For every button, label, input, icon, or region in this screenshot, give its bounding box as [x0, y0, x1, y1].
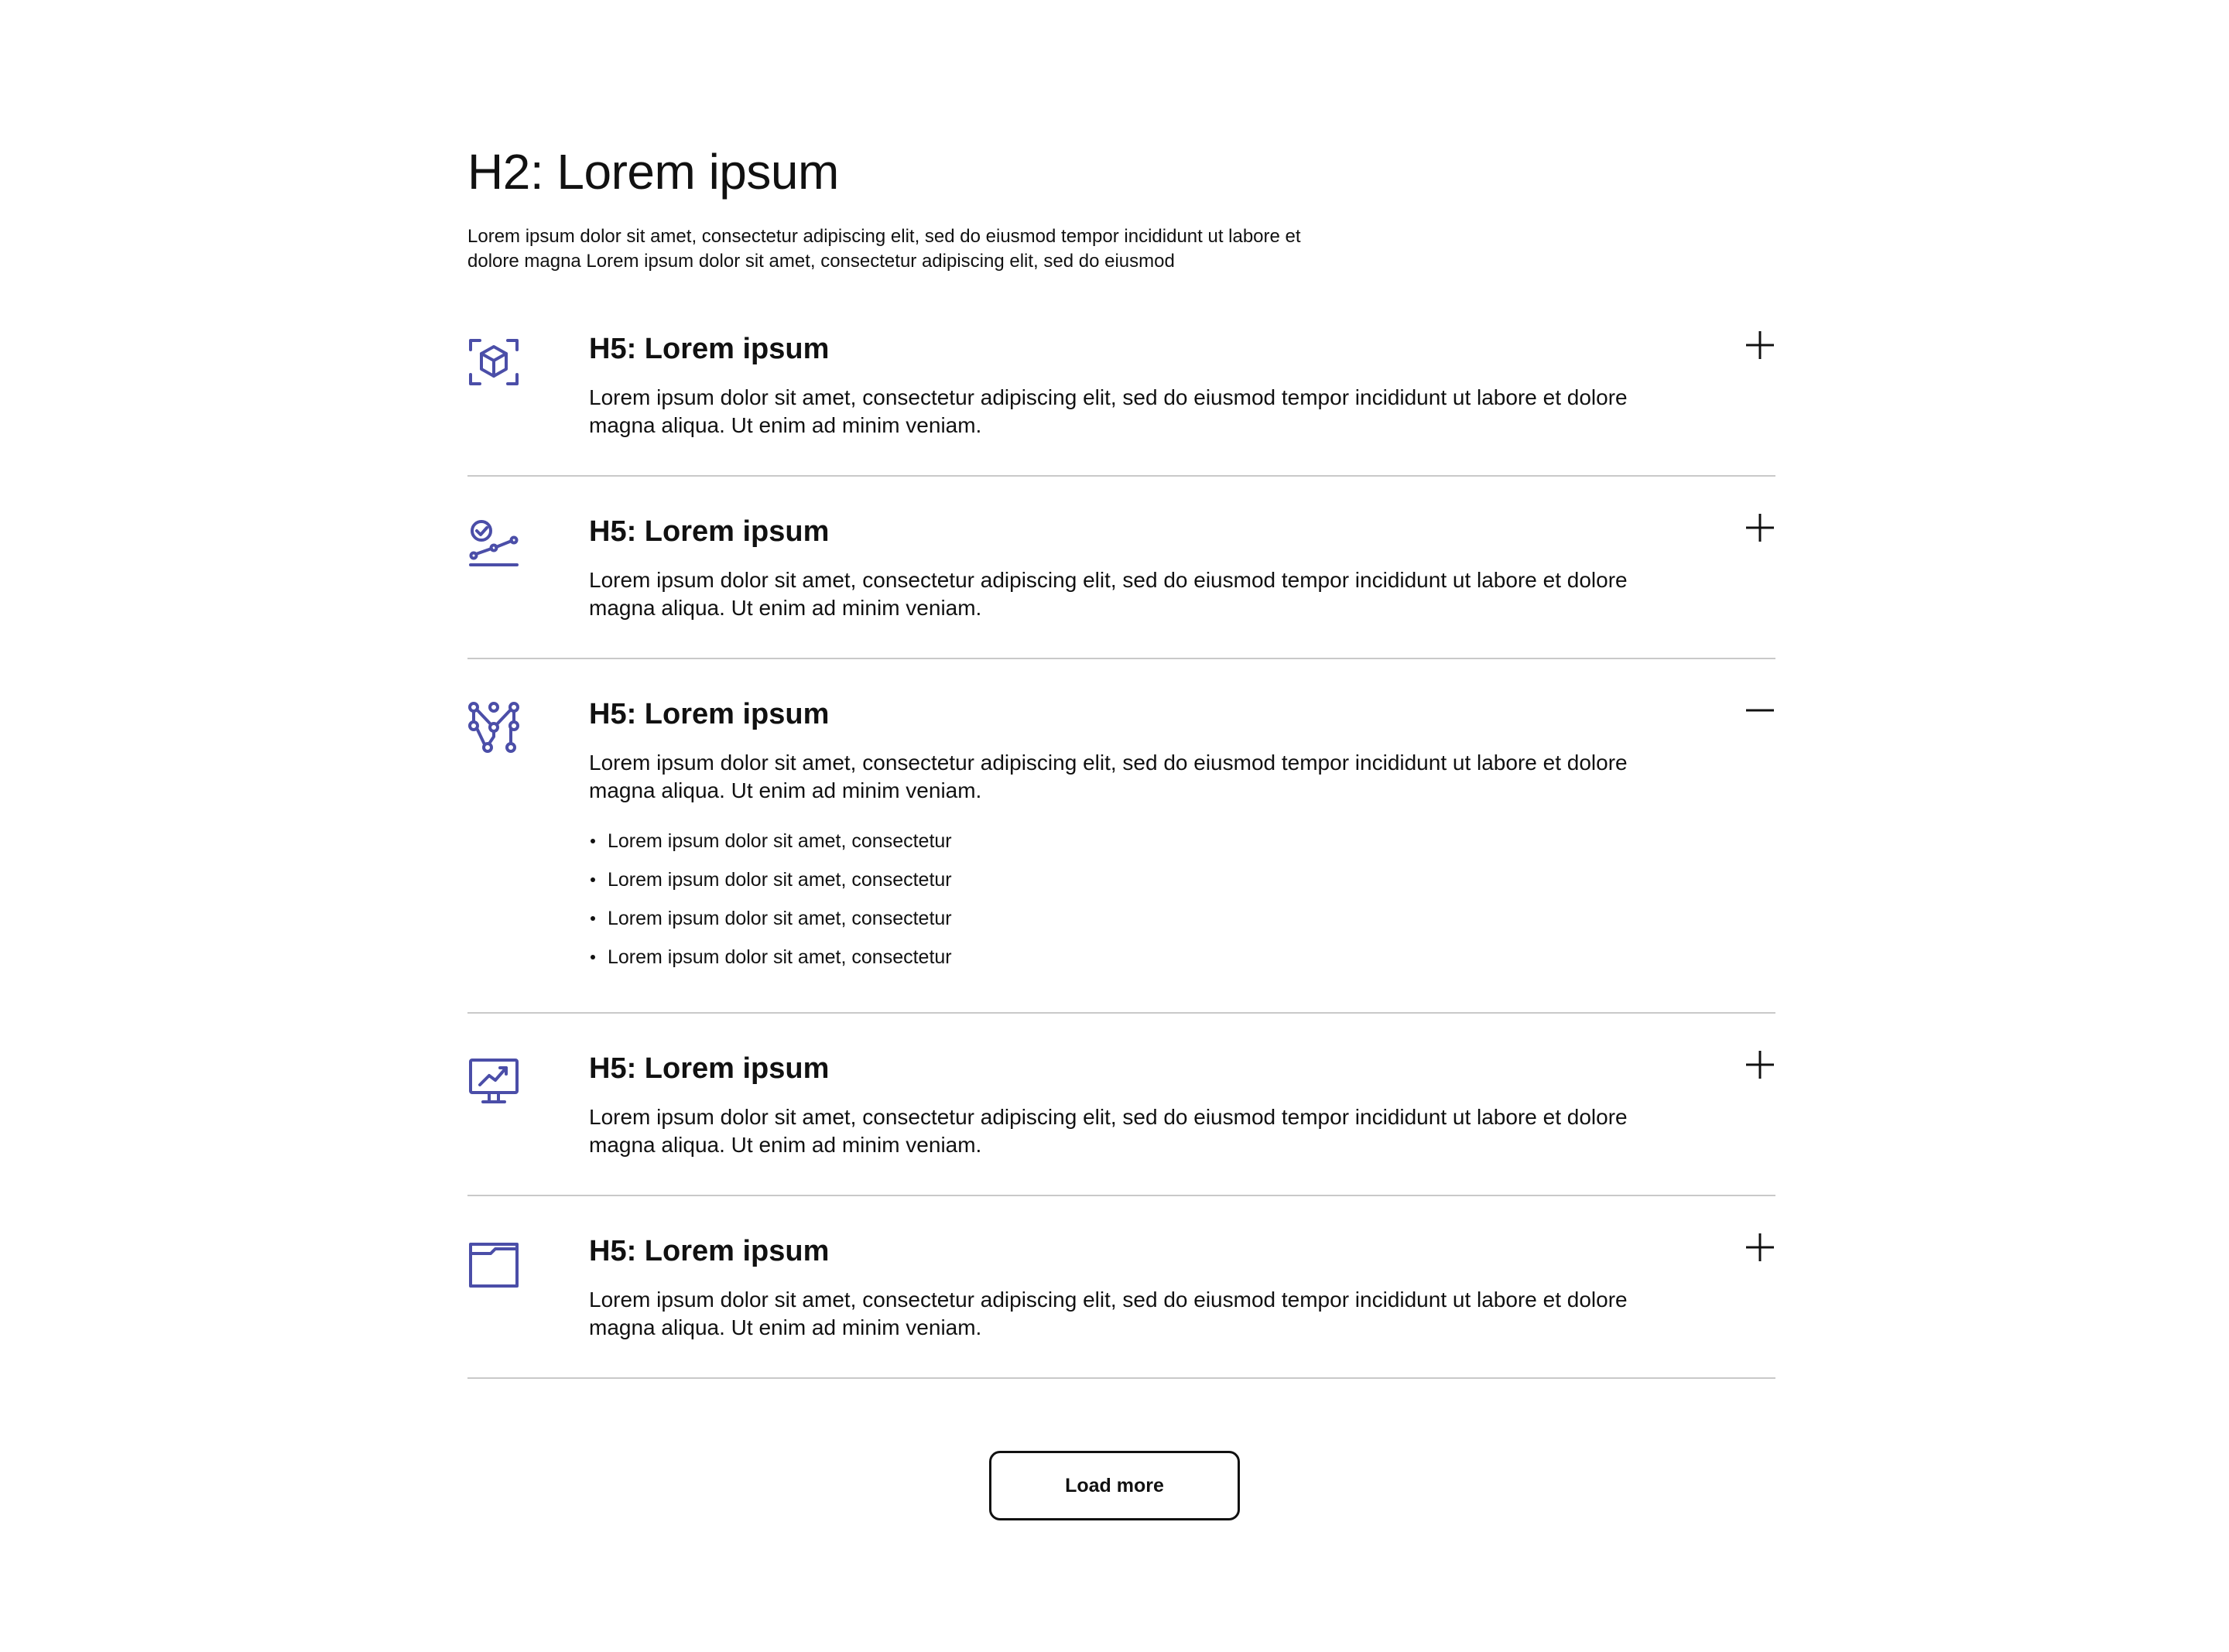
content-section: H2: Lorem ipsum Lorem ipsum dolor sit am… [467, 139, 1775, 1379]
bullet-list: Lorem ipsum dolor sit amet, consectetur … [589, 822, 1688, 976]
cube-scan-icon [467, 336, 520, 388]
accordion-item-title: H5: Lorem ipsum [589, 1235, 830, 1267]
minus-icon [1746, 709, 1774, 712]
plus-icon [1746, 1233, 1774, 1261]
accordion-item-text: Lorem ipsum dolor sit amet, consectetur … [589, 385, 1628, 437]
load-more-container: Load more [0, 1451, 2229, 1520]
folder-icon [467, 1238, 520, 1291]
accordion-item[interactable]: H5: Lorem ipsum Lorem ipsum dolor sit am… [467, 1049, 1775, 1196]
accordion-item-expanded[interactable]: H5: Lorem ipsum Lorem ipsum dolor sit am… [467, 695, 1775, 1014]
accordion-item-text: Lorem ipsum dolor sit amet, consectetur … [589, 1105, 1628, 1157]
network-nodes-icon [467, 701, 520, 754]
intro-text: Lorem ipsum dolor sit amet, consectetur … [467, 226, 1301, 272]
accordion-item[interactable]: H5: Lorem ipsum Lorem ipsum dolor sit am… [467, 1232, 1775, 1379]
goal-chart-icon [467, 518, 520, 571]
accordion-item-text: Lorem ipsum dolor sit amet, consectetur … [589, 751, 1628, 802]
page-title: H2: Lorem ipsum [467, 144, 839, 200]
accordion-item-text: Lorem ipsum dolor sit amet, consectetur … [589, 1288, 1628, 1339]
accordion-item[interactable]: H5: Lorem ipsum Lorem ipsum dolor sit am… [467, 330, 1775, 477]
expand-button[interactable] [1745, 1049, 1775, 1080]
load-more-button[interactable]: Load more [989, 1451, 1240, 1520]
plus-icon [1746, 331, 1774, 359]
accordion-item-title: H5: Lorem ipsum [589, 1052, 830, 1085]
list-item: Lorem ipsum dolor sit amet, consectetur [589, 860, 1688, 899]
accordion-item-text: Lorem ipsum dolor sit amet, consectetur … [589, 568, 1628, 620]
accordion-item-title: H5: Lorem ipsum [589, 333, 830, 365]
monitor-chart-icon [467, 1055, 520, 1108]
accordion-item-title: H5: Lorem ipsum [589, 698, 830, 730]
list-item: Lorem ipsum dolor sit amet, consectetur [589, 938, 1688, 976]
list-item: Lorem ipsum dolor sit amet, consectetur [589, 822, 1688, 860]
expand-button[interactable] [1745, 330, 1775, 361]
list-item: Lorem ipsum dolor sit amet, consectetur [589, 899, 1688, 938]
accordion-item-title: H5: Lorem ipsum [589, 515, 830, 548]
plus-icon [1746, 1051, 1774, 1079]
plus-icon [1746, 514, 1774, 542]
accordion: H5: Lorem ipsum Lorem ipsum dolor sit am… [467, 330, 1775, 1379]
expand-button[interactable] [1745, 512, 1775, 543]
expand-button[interactable] [1745, 1232, 1775, 1263]
accordion-item[interactable]: H5: Lorem ipsum Lorem ipsum dolor sit am… [467, 512, 1775, 659]
collapse-button[interactable] [1745, 695, 1775, 726]
